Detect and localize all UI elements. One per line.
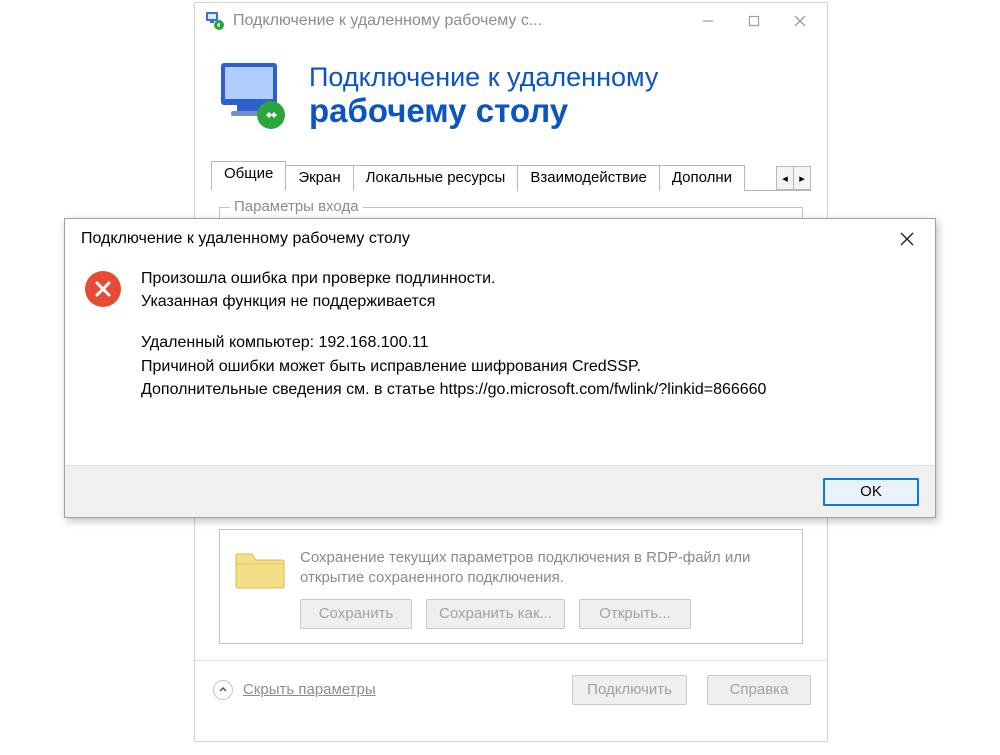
footer-row: Скрыть параметры Подключить Справка: [195, 661, 827, 719]
open-button[interactable]: Открыть...: [579, 599, 691, 629]
help-button[interactable]: Справка: [707, 675, 811, 705]
tab-general[interactable]: Общие: [211, 161, 286, 191]
tab-display[interactable]: Экран: [285, 165, 353, 191]
rdp-app-icon: [205, 11, 225, 31]
hide-params-link[interactable]: Скрыть параметры: [243, 681, 376, 698]
close-button[interactable]: [777, 5, 823, 37]
save-button[interactable]: Сохранить: [300, 599, 412, 629]
error-line1: Произошла ошибка при проверке подлинност…: [141, 267, 766, 290]
error-title: Подключение к удаленному рабочему столу: [81, 230, 885, 248]
tabs-scroll-left[interactable]: ◂: [776, 166, 794, 190]
titlebar-text: Подключение к удаленному рабочему с...: [233, 12, 685, 30]
error-footer: OK: [65, 465, 935, 517]
monitor-icon: [215, 57, 293, 135]
error-close-button[interactable]: [885, 223, 929, 255]
titlebar[interactable]: Подключение к удаленному рабочему с...: [195, 3, 827, 39]
tabs-row: Общие Экран Локальные ресурсы Взаимодейс…: [195, 161, 827, 191]
connect-button[interactable]: Подключить: [572, 675, 687, 705]
header-line2: рабочему столу: [309, 93, 658, 129]
tab-local-resources[interactable]: Локальные ресурсы: [353, 165, 519, 191]
error-line2: Указанная функция не поддерживается: [141, 290, 766, 313]
maximize-button[interactable]: [731, 5, 777, 37]
minimize-button[interactable]: [685, 5, 731, 37]
error-titlebar[interactable]: Подключение к удаленному рабочему столу: [65, 219, 935, 259]
save-as-button[interactable]: Сохранить как...: [426, 599, 565, 629]
login-params-legend: Параметры входа: [230, 198, 363, 215]
error-line3: Удаленный компьютер: 192.168.100.11: [141, 331, 766, 354]
error-line4: Причиной ошибки может быть исправление ш…: [141, 355, 766, 378]
folder-icon: [234, 548, 286, 590]
error-line5: Дополнительные сведения см. в статье htt…: [141, 378, 766, 401]
header-line1: Подключение к удаленному: [309, 63, 658, 93]
save-description: Сохранение текущих параметров подключени…: [300, 548, 788, 589]
error-icon: [85, 271, 121, 307]
header-banner: Подключение к удаленному рабочему столу: [195, 39, 827, 161]
error-dialog: Подключение к удаленному рабочему столу …: [64, 218, 936, 518]
tabs-scroll-right[interactable]: ▸: [793, 166, 811, 190]
error-message: Произошла ошибка при проверке подлинност…: [141, 267, 766, 401]
ok-button[interactable]: OK: [823, 478, 919, 506]
connection-settings-group: Сохранение текущих параметров подключени…: [219, 529, 803, 644]
tab-experience[interactable]: Взаимодействие: [517, 165, 659, 191]
tab-advanced[interactable]: Дополни: [659, 165, 745, 191]
collapse-arrow-icon[interactable]: [213, 680, 233, 700]
